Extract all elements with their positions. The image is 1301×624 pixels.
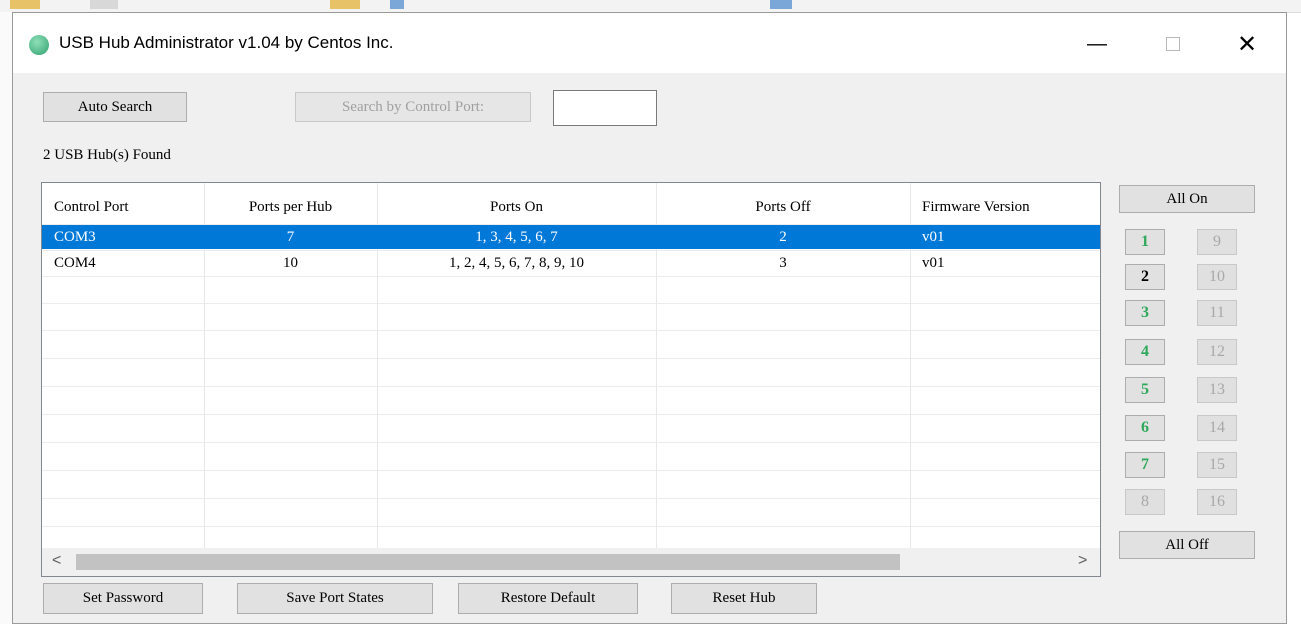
horizontal-scrollbar[interactable]: < >	[42, 548, 1100, 576]
search-by-control-port-button[interactable]: Search by Control Port:	[295, 92, 531, 122]
cell-ports-on: 1, 2, 4, 5, 6, 7, 8, 9, 10	[449, 254, 584, 271]
desktop-left-edge	[0, 12, 12, 624]
maximize-icon	[1166, 37, 1180, 51]
all-off-button[interactable]: All Off	[1119, 531, 1255, 559]
restore-default-button[interactable]: Restore Default	[458, 583, 638, 614]
cell-control-port: COM4	[54, 254, 96, 271]
set-password-button[interactable]: Set Password	[43, 583, 203, 614]
column-header-ports-per-hub[interactable]: Ports per Hub	[204, 191, 377, 223]
port-8-button[interactable]: 8	[1125, 489, 1165, 515]
title-bar: USB Hub Administrator v1.04 by Centos In…	[13, 13, 1286, 73]
table-row[interactable]: COM3 7 1, 3, 4, 5, 6, 7 2 v01	[42, 225, 1100, 249]
port-3-button[interactable]: 3	[1125, 300, 1165, 326]
column-header-ports-off[interactable]: Ports Off	[656, 191, 910, 223]
maximize-button[interactable]	[1153, 27, 1193, 61]
cell-ports-per-hub: 10	[283, 254, 298, 271]
port-12-button[interactable]: 12	[1197, 339, 1237, 365]
save-port-states-button[interactable]: Save Port States	[237, 583, 433, 614]
port-15-button[interactable]: 15	[1197, 452, 1237, 478]
cell-ports-per-hub: 7	[286, 228, 295, 245]
port-1-button[interactable]: 1	[1125, 229, 1165, 255]
column-header-firmware-version[interactable]: Firmware Version	[910, 191, 1100, 223]
minimize-button[interactable]: —	[1077, 27, 1117, 61]
hub-count-status: 2 USB Hub(s) Found	[43, 147, 171, 163]
port-6-button[interactable]: 6	[1125, 415, 1165, 441]
scroll-left-arrow-icon[interactable]: <	[52, 552, 61, 570]
port-11-button[interactable]: 11	[1197, 300, 1237, 326]
window-title: USB Hub Administrator v1.04 by Centos In…	[59, 33, 394, 52]
port-10-button[interactable]: 10	[1197, 264, 1237, 290]
cell-firmware-version: v01	[922, 228, 945, 245]
close-button[interactable]: ✕	[1227, 27, 1267, 61]
column-header-ports-on[interactable]: Ports On	[377, 191, 656, 223]
usb-hub-app-icon	[29, 35, 49, 55]
port-7-button[interactable]: 7	[1125, 452, 1165, 478]
control-port-input[interactable]	[553, 90, 657, 126]
cell-ports-off: 3	[779, 254, 787, 271]
column-header-control-port[interactable]: Control Port	[42, 191, 204, 223]
port-9-button[interactable]: 9	[1197, 229, 1237, 255]
all-on-button[interactable]: All On	[1119, 185, 1255, 213]
port-13-button[interactable]: 13	[1197, 377, 1237, 403]
port-16-button[interactable]: 16	[1197, 489, 1237, 515]
port-5-button[interactable]: 5	[1125, 377, 1165, 403]
port-14-button[interactable]: 14	[1197, 415, 1237, 441]
scroll-right-arrow-icon[interactable]: >	[1078, 552, 1087, 570]
cell-ports-off: 2	[779, 228, 787, 245]
cell-control-port: COM3	[54, 228, 96, 245]
app-window: USB Hub Administrator v1.04 by Centos In…	[12, 12, 1287, 624]
table-row[interactable]: COM4 10 1, 2, 4, 5, 6, 7, 8, 9, 10 3 v01	[42, 251, 1100, 275]
port-2-button[interactable]: 2	[1125, 264, 1165, 290]
scrollbar-thumb[interactable]	[76, 554, 900, 570]
auto-search-button[interactable]: Auto Search	[43, 92, 187, 122]
cell-firmware-version: v01	[922, 254, 945, 271]
reset-hub-button[interactable]: Reset Hub	[671, 583, 817, 614]
port-4-button[interactable]: 4	[1125, 339, 1165, 365]
hub-list-view[interactable]: Control Port Ports per Hub Ports On Port…	[41, 182, 1101, 577]
table-header: Control Port Ports per Hub Ports On Port…	[42, 191, 1100, 223]
cell-ports-on: 1, 3, 4, 5, 6, 7	[475, 228, 558, 245]
